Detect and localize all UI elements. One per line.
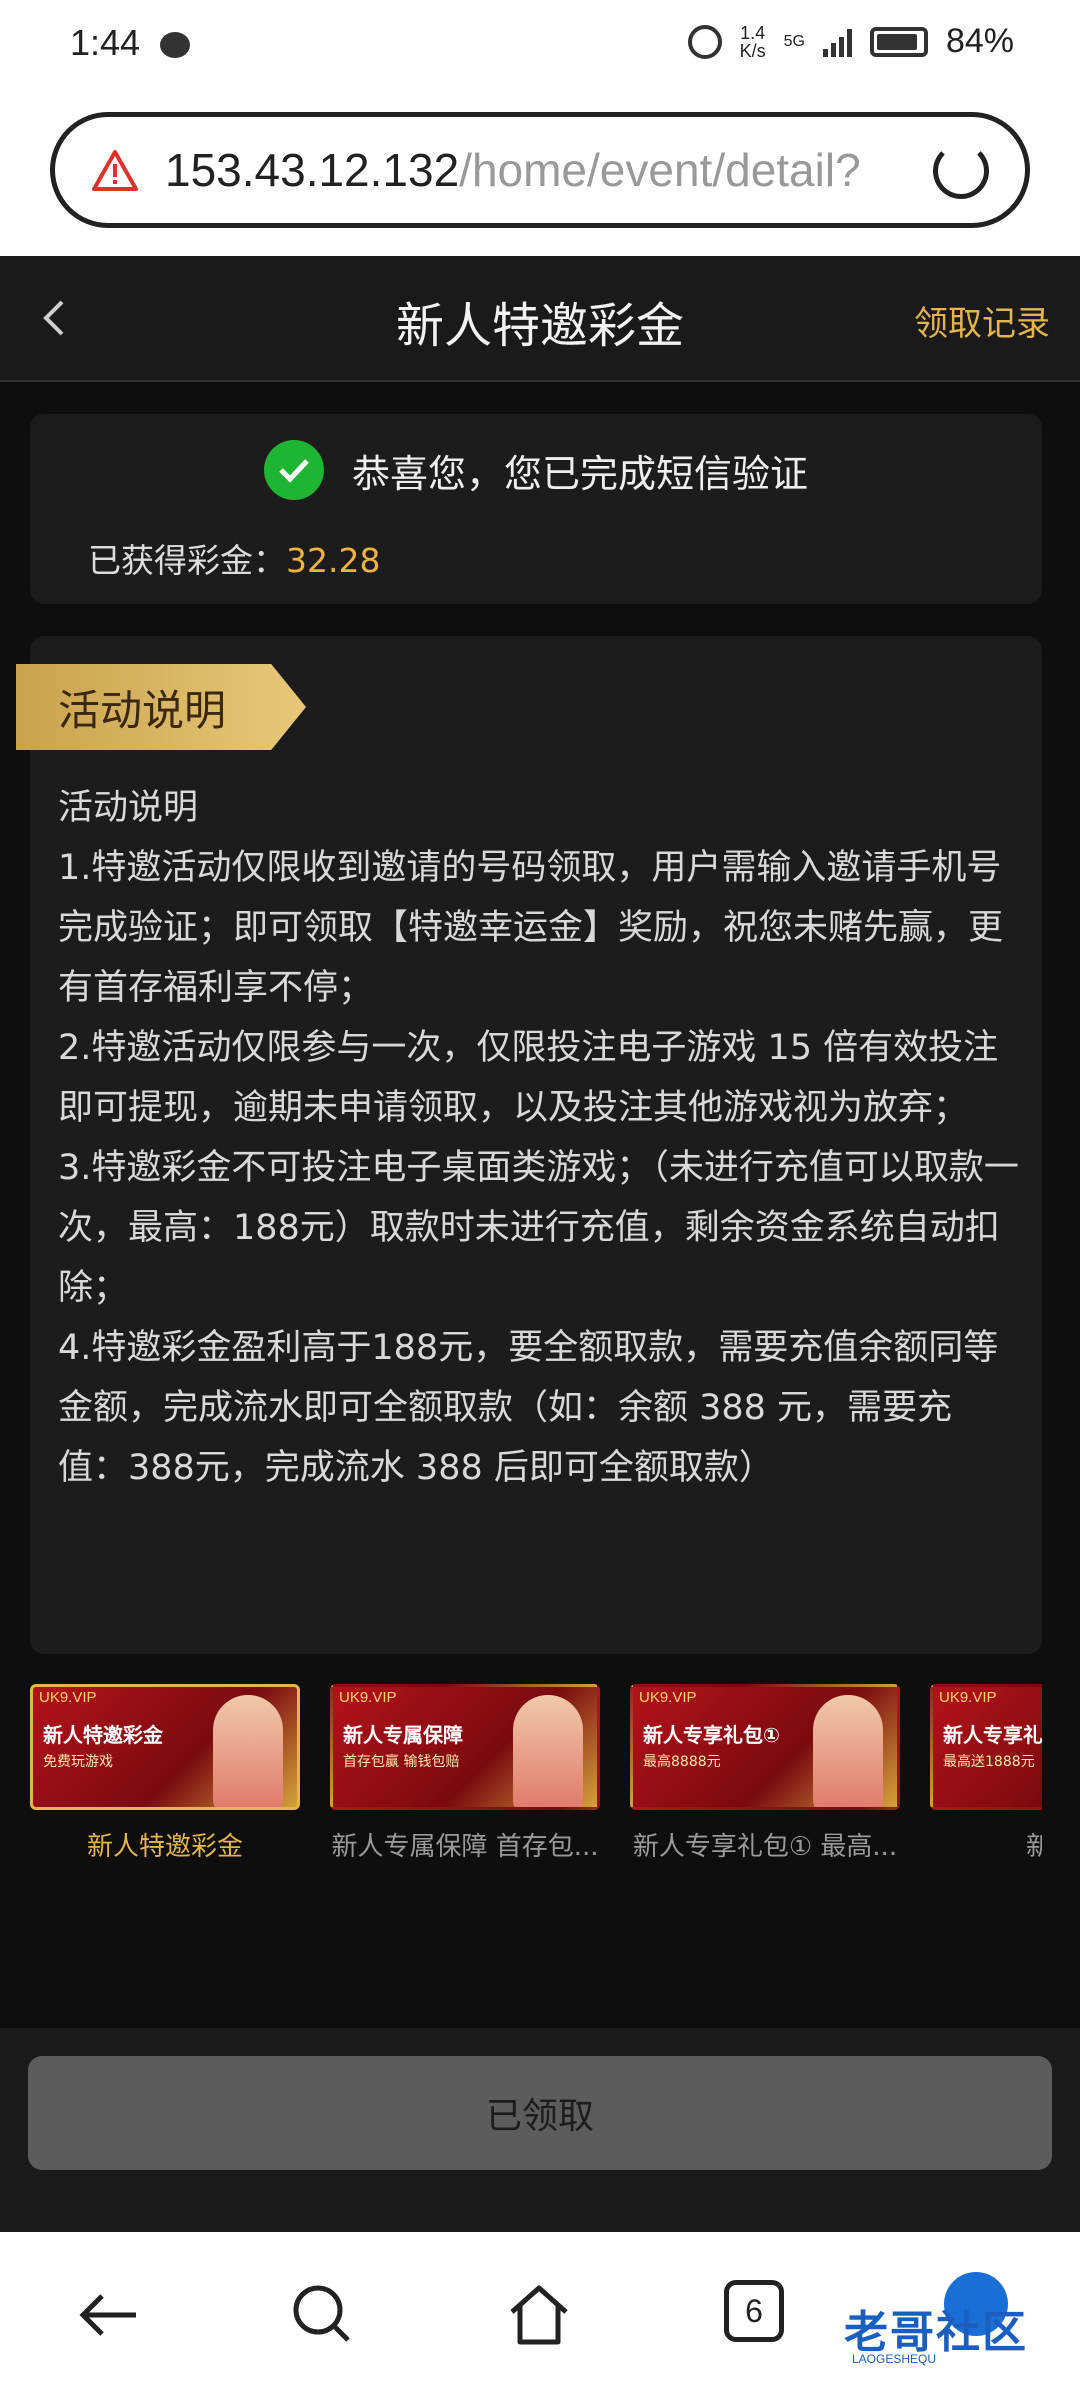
banner-title: 新人专享礼包 <box>943 1723 1042 1747</box>
tab-count: 6 <box>724 2280 784 2342</box>
signal-icon <box>822 27 852 57</box>
rule-2: 2.特邀活动仅限参与一次，仅限投注电子游戏 15 倍有效投注即可提现，逾期未申请… <box>58 1028 999 1128</box>
action-footer: 已领取 <box>0 2028 1080 2232</box>
clock: 1:44 <box>70 22 141 63</box>
event-thumb[interactable]: UK9.VIP 新人特邀彩金 免费玩游戏 新人特邀彩金 <box>30 1684 300 1863</box>
model-image <box>513 1695 583 1807</box>
banner-title: 新人专属保障 <box>343 1723 463 1747</box>
status-icons: 1.4 K/s 5G 84% <box>687 22 1014 61</box>
verify-message: 恭喜您，您已完成短信验证 <box>351 451 808 496</box>
claimed-button[interactable]: 已领取 <box>28 2056 1052 2170</box>
description-heading: 活动说明 <box>58 788 199 828</box>
tabs-icon[interactable]: 6 <box>724 2280 794 2350</box>
banner-subtitle: 最高8888元 <box>643 1754 721 1770</box>
net-speed-unit: K/s <box>739 40 766 61</box>
event-carousel[interactable]: UK9.VIP 新人特邀彩金 免费玩游戏 新人特邀彩金 UK9.VIP 新人专属… <box>30 1684 1042 1874</box>
banner-subtitle: 免费玩游戏 <box>43 1754 113 1770</box>
banner-brand: UK9.VIP <box>639 1689 697 1706</box>
section-ribbon: 活动说明 <box>16 664 306 750</box>
banner-subtitle: 最高送1888元 <box>943 1754 1035 1770</box>
event-thumb-caption: 新人专属保障 首存包... <box>331 1832 599 1862</box>
watermark-logo: 老哥社区 LAOGESHEQU <box>834 2272 1064 2368</box>
watermark-text: 老哥社区 <box>844 2307 1028 2358</box>
event-thumb[interactable]: UK9.VIP 新人专享礼包 最高送1888元 新人专 <box>930 1684 1042 1863</box>
network-type: 5G <box>783 32 805 50</box>
earned-bonus: 已获得彩金：32.28 <box>88 534 380 582</box>
event-banner: UK9.VIP 新人特邀彩金 免费玩游戏 <box>30 1684 300 1810</box>
model-image <box>213 1695 283 1807</box>
rule-4: 4.特邀彩金盈利高于188元，要全额取款，需要充值余额同等金额，完成流水即可全额… <box>58 1328 999 1488</box>
event-banner: UK9.VIP 新人专享礼包 最高送1888元 <box>930 1684 1042 1810</box>
page-header: 新人特邀彩金 领取记录 <box>0 256 1080 382</box>
browser-nav-bar: 6 老哥社区 LAOGESHEQU <box>0 2232 1080 2400</box>
event-thumb-caption: 新人专享礼包① 最高... <box>632 1832 898 1862</box>
banner-title: 新人专享礼包① <box>643 1723 780 1747</box>
event-thumb[interactable]: UK9.VIP 新人专属保障 首存包赢 输钱包赔 新人专属保障 首存包... <box>330 1684 600 1863</box>
alarm-icon <box>687 24 722 59</box>
rule-3: 3.特邀彩金不可投注电子桌面类游戏；（未进行充值可以取款一次，最高：188元）取… <box>58 1148 1019 1308</box>
browser-toolbar: 153.43.12.132/home/event/detail? <box>0 96 1080 256</box>
claim-records-link[interactable]: 领取记录 <box>914 296 1050 345</box>
rule-1: 1.特邀活动仅限收到邀请的号码领取，用户需输入邀请手机号完成验证；即可领取【特邀… <box>58 848 1004 1008</box>
back-icon[interactable] <box>74 2280 144 2350</box>
battery-level: 84% <box>945 22 1014 60</box>
insecure-warning-icon[interactable] <box>91 148 139 192</box>
banner-subtitle: 首存包赢 输钱包赔 <box>343 1754 460 1770</box>
net-speed: 1.4 K/s <box>740 24 766 60</box>
earned-amount: 32.28 <box>286 541 381 580</box>
success-check-icon <box>263 440 324 500</box>
banner-brand: UK9.VIP <box>339 1689 397 1706</box>
event-thumb-caption: 新人特邀彩金 <box>86 1832 243 1862</box>
event-thumb-caption: 新人专 <box>930 1826 1042 1863</box>
message-icon <box>160 32 190 58</box>
url-host: 153.43.12.132 <box>165 144 460 196</box>
address-bar[interactable]: 153.43.12.132/home/event/detail? <box>50 112 1030 228</box>
reload-icon[interactable] <box>933 143 989 199</box>
watermark-subtext: LAOGESHEQU <box>852 2352 937 2366</box>
banner-brand: UK9.VIP <box>39 1689 97 1706</box>
description-body: 活动说明 1.特邀活动仅限收到邀请的号码领取，用户需输入邀请手机号完成验证；即可… <box>58 778 1020 1498</box>
search-icon[interactable] <box>288 2280 358 2350</box>
net-speed-value: 1.4 <box>740 22 766 43</box>
activity-description-card: 活动说明 活动说明 1.特邀活动仅限收到邀请的号码领取，用户需输入邀请手机号完成… <box>16 636 1042 1654</box>
event-thumb[interactable]: UK9.VIP 新人专享礼包① 最高8888元 新人专享礼包① 最高... <box>630 1684 900 1863</box>
battery-icon <box>869 26 928 57</box>
ribbon-label: 活动说明 <box>58 685 227 735</box>
status-bar: 1:44 1.4 K/s 5G 84% <box>0 0 1080 96</box>
url-path: /home/event/detail? <box>459 144 861 196</box>
home-icon[interactable] <box>504 2280 574 2350</box>
banner-title: 新人特邀彩金 <box>43 1723 163 1747</box>
event-banner: UK9.VIP 新人专享礼包① 最高8888元 <box>630 1684 900 1810</box>
url-text[interactable]: 153.43.12.132/home/event/detail? <box>165 143 905 197</box>
verification-card: 恭喜您，您已完成短信验证 已获得彩金：32.28 <box>30 414 1042 604</box>
event-banner: UK9.VIP 新人专属保障 首存包赢 输钱包赔 <box>330 1684 600 1810</box>
earned-label: 已获得彩金： <box>88 541 286 580</box>
model-image <box>813 1695 883 1807</box>
banner-brand: UK9.VIP <box>939 1689 997 1706</box>
